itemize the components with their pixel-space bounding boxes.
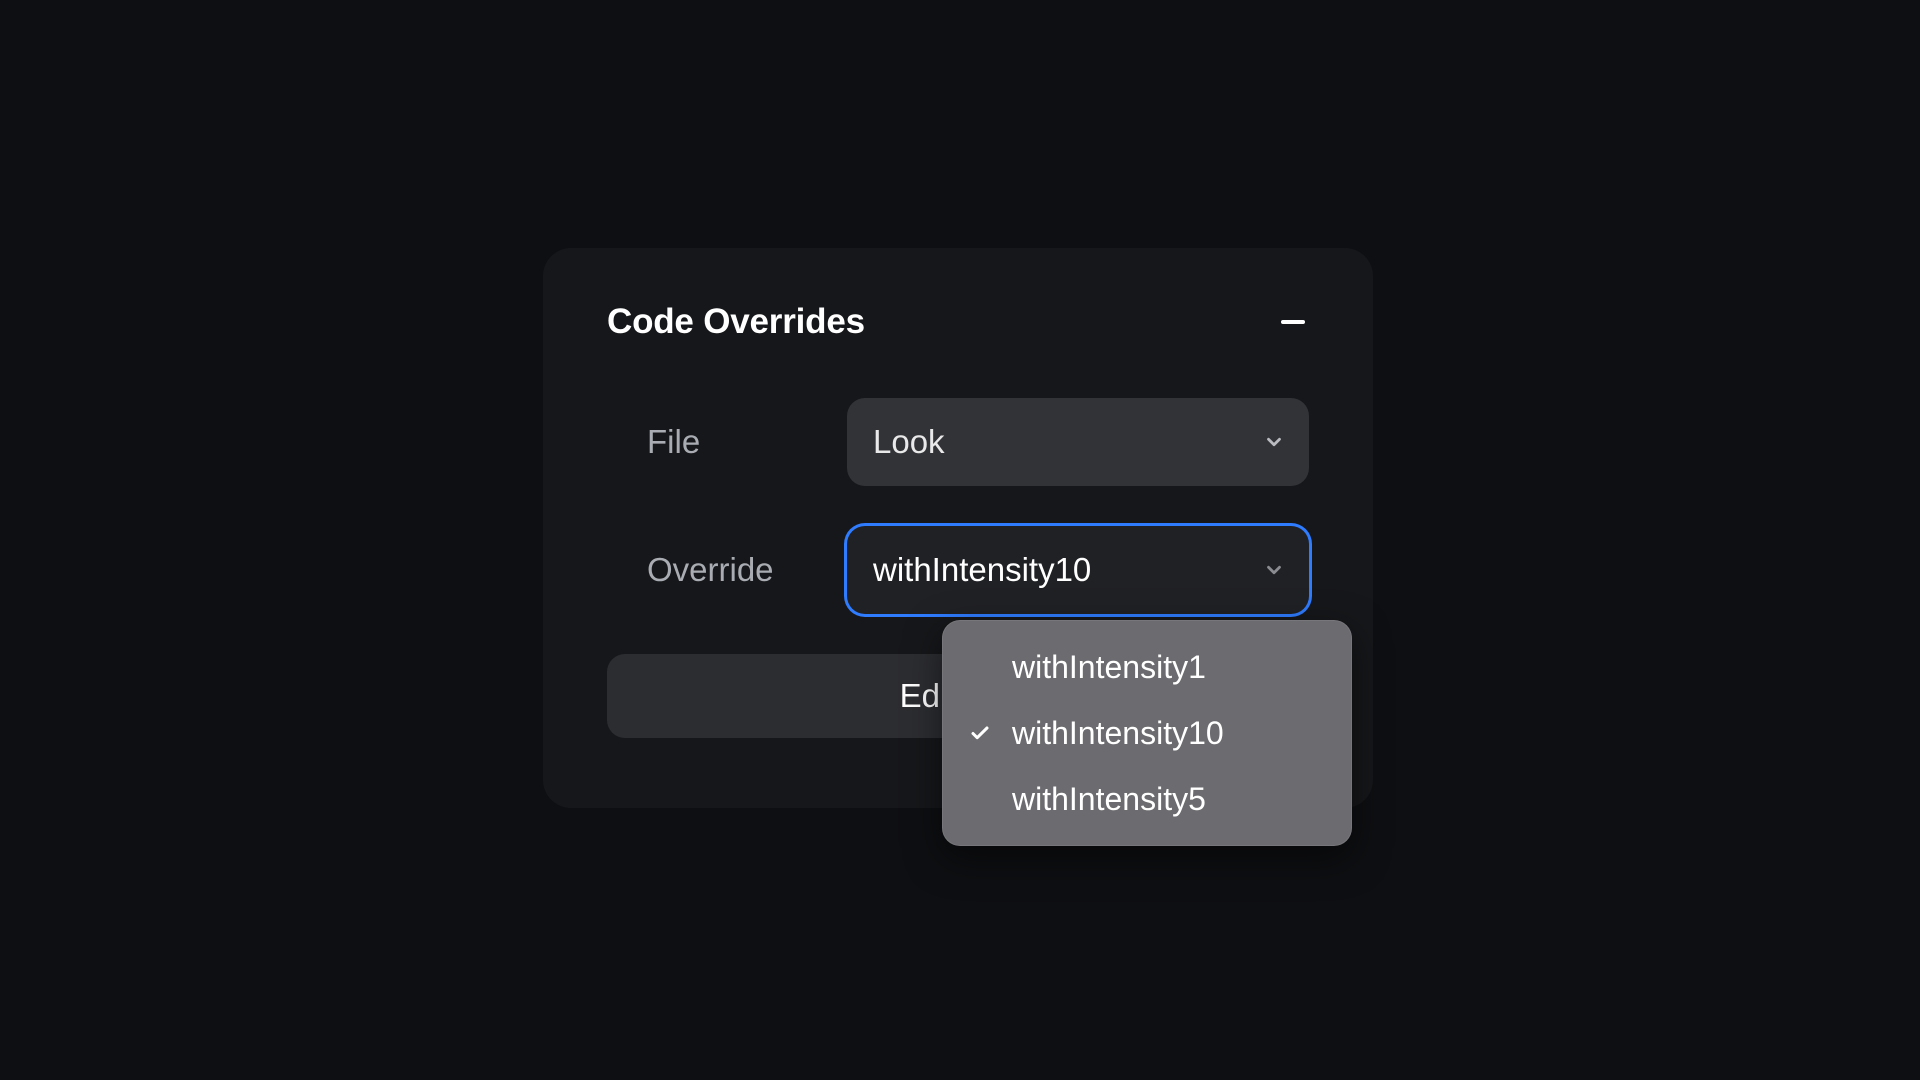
override-row: Override withIntensity10: [607, 526, 1309, 614]
file-select-value: Look: [873, 423, 945, 461]
dropdown-option[interactable]: withIntensity5: [942, 766, 1352, 832]
file-label: File: [607, 423, 847, 461]
dropdown-option[interactable]: withIntensity10: [942, 700, 1352, 766]
dropdown-option[interactable]: withIntensity1: [942, 634, 1352, 700]
minus-icon: [1281, 320, 1305, 324]
dropdown-option-label: withIntensity5: [1012, 781, 1206, 818]
chevron-down-icon: [1261, 557, 1287, 583]
dropdown-option-label: withIntensity10: [1012, 715, 1224, 752]
panel-title: Code Overrides: [607, 302, 865, 342]
chevron-down-icon: [1261, 429, 1287, 455]
check-icon: [966, 719, 994, 747]
override-label: Override: [607, 551, 847, 589]
file-row: File Look: [607, 398, 1309, 486]
dropdown-option-label: withIntensity1: [1012, 649, 1206, 686]
file-select[interactable]: Look: [847, 398, 1309, 486]
override-dropdown-menu: withIntensity1 withIntensity10 withInten…: [942, 620, 1352, 846]
override-select-value: withIntensity10: [873, 551, 1091, 589]
panel-header: Code Overrides: [607, 302, 1309, 342]
override-select[interactable]: withIntensity10: [847, 526, 1309, 614]
collapse-button[interactable]: [1277, 306, 1309, 338]
